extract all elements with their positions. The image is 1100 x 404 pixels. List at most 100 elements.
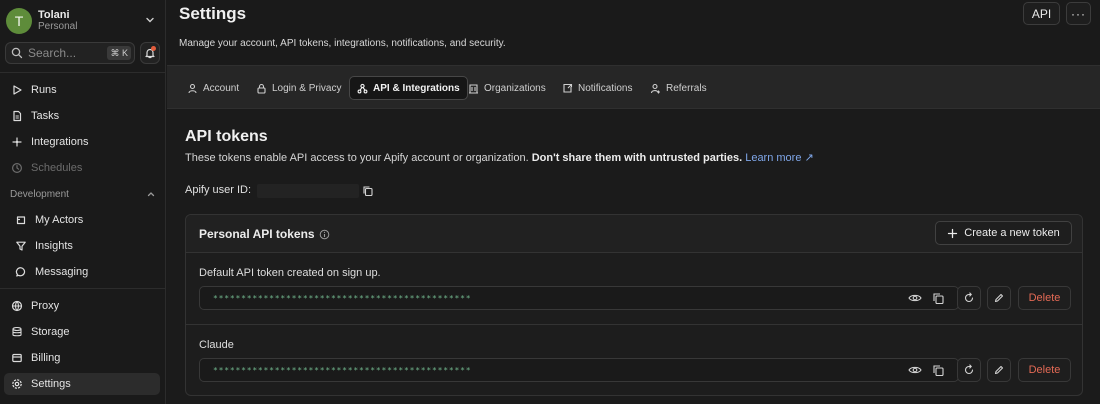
tab-label: Account	[203, 82, 240, 94]
eye-icon[interactable]	[908, 292, 922, 304]
token-field[interactable]: ****************************************…	[199, 358, 959, 382]
actor-icon	[15, 214, 27, 226]
description-text: These tokens enable API access to your A…	[185, 152, 532, 164]
settings-tabs: Account Login & Privacy API & Integratio…	[167, 65, 1100, 109]
sidebar-divider	[0, 72, 166, 73]
database-icon	[11, 326, 23, 338]
tab-account[interactable]: Account	[180, 76, 246, 100]
notifications-button[interactable]	[140, 42, 160, 64]
sidebar-divider	[0, 288, 166, 289]
search-box[interactable]: ⌘ K	[5, 42, 135, 64]
tab-login-privacy[interactable]: Login & Privacy	[249, 76, 348, 100]
token-field[interactable]: ****************************************…	[199, 286, 959, 310]
sidebar-item-my-actors[interactable]: My Actors	[4, 209, 160, 231]
section-description: These tokens enable API access to your A…	[185, 151, 814, 164]
account-switcher[interactable]: T Tolani Personal	[6, 6, 160, 36]
sidebar-item-proxy[interactable]: Proxy	[4, 295, 160, 317]
page-title: Settings	[179, 4, 247, 23]
sidebar-item-messaging[interactable]: Messaging	[4, 261, 160, 283]
billing-icon	[11, 352, 23, 364]
globe-icon	[11, 300, 23, 312]
play-icon	[11, 84, 23, 96]
tab-api-integrations[interactable]: API & Integrations	[349, 76, 468, 100]
edit-token-button[interactable]	[987, 358, 1011, 382]
eye-icon[interactable]	[908, 364, 922, 376]
lock-icon	[256, 83, 267, 94]
sidebar-item-settings[interactable]: Settings	[4, 373, 160, 395]
profile-type: Personal	[38, 21, 78, 32]
edit-token-button[interactable]	[987, 286, 1011, 310]
sidebar-item-label: Schedules	[31, 162, 83, 174]
tab-organizations[interactable]: Organizations	[461, 76, 553, 100]
api-icon	[357, 83, 368, 94]
learn-more-link[interactable]: Learn more ↗	[745, 152, 814, 164]
tab-label: Login & Privacy	[272, 82, 342, 94]
sidebar-item-label: Insights	[35, 240, 73, 252]
plus-icon	[947, 228, 958, 239]
sidebar-item-integrations[interactable]: Integrations	[4, 131, 160, 153]
sidebar-item-runs[interactable]: Runs	[4, 79, 160, 101]
token-row: Default API token created on sign up. **…	[186, 253, 1082, 324]
more-options-button[interactable]: ···	[1066, 2, 1091, 25]
funnel-icon	[15, 240, 27, 252]
chat-icon	[15, 266, 27, 278]
copy-icon[interactable]	[932, 292, 945, 305]
sidebar-item-label: Billing	[31, 352, 61, 364]
regenerate-token-button[interactable]	[957, 358, 981, 382]
sidebar-item-billing[interactable]: Billing	[4, 347, 160, 369]
sidebar-item-label: Tasks	[31, 110, 60, 122]
token-row: Claude *********************************…	[186, 324, 1082, 395]
sidebar: T Tolani Personal ⌘ K Runs Tasks Integra…	[0, 0, 166, 404]
personal-tokens-card: Personal API tokens Create a new token D…	[185, 214, 1083, 396]
pencil-icon	[993, 292, 1005, 304]
profile-name: Tolani	[38, 9, 70, 21]
search-icon	[11, 47, 23, 59]
sidebar-item-label: Messaging	[35, 266, 89, 278]
api-button[interactable]: API	[1023, 2, 1060, 25]
refresh-icon	[963, 292, 975, 304]
sidebar-item-label: Settings	[31, 378, 71, 390]
delete-token-button[interactable]: Delete	[1018, 286, 1071, 310]
info-icon[interactable]	[319, 229, 330, 240]
card-title: Personal API tokens	[199, 227, 330, 241]
main-panel: Settings Manage your account, API tokens…	[167, 0, 1100, 404]
tab-notifications[interactable]: Notifications	[555, 76, 639, 100]
create-token-label: Create a new token	[964, 227, 1060, 239]
avatar: T	[6, 8, 32, 34]
sidebar-item-label: Runs	[31, 84, 57, 96]
user-id-label: Apify user ID:	[185, 184, 252, 196]
section-title: API tokens	[185, 128, 268, 145]
section-development[interactable]: Development	[10, 187, 156, 201]
card-title-text: Personal API tokens	[199, 227, 315, 241]
notification-dot	[151, 46, 156, 51]
sidebar-item-schedules[interactable]: Schedules	[4, 157, 160, 179]
copy-icon[interactable]	[362, 185, 374, 197]
user-id-value	[257, 184, 359, 198]
regenerate-token-button[interactable]	[957, 286, 981, 310]
sidebar-item-label: Proxy	[31, 300, 60, 312]
search-input[interactable]	[28, 46, 98, 60]
token-value: ****************************************…	[213, 366, 472, 375]
sidebar-item-label: Storage	[31, 326, 70, 338]
copy-icon[interactable]	[932, 364, 945, 377]
tab-label: Organizations	[484, 82, 546, 94]
api-tokens-section: API tokens These tokens enable API acces…	[167, 110, 1100, 404]
sidebar-item-label: Integrations	[31, 136, 89, 148]
sidebar-item-label: My Actors	[35, 214, 84, 226]
token-description: Default API token created on sign up.	[199, 267, 381, 279]
tab-label: Referrals	[666, 82, 707, 94]
gear-icon	[11, 378, 23, 390]
person-icon	[187, 83, 198, 94]
sidebar-item-tasks[interactable]: Tasks	[4, 105, 160, 127]
tab-label: API & Integrations	[373, 82, 460, 94]
referral-icon	[650, 83, 661, 94]
token-value: ****************************************…	[213, 294, 472, 303]
delete-token-button[interactable]: Delete	[1018, 358, 1071, 382]
sidebar-item-storage[interactable]: Storage	[4, 321, 160, 343]
sidebar-item-insights[interactable]: Insights	[4, 235, 160, 257]
refresh-icon	[963, 364, 975, 376]
tab-label: Notifications	[578, 82, 633, 94]
chevron-down-icon	[144, 14, 156, 26]
tab-referrals[interactable]: Referrals	[643, 76, 714, 100]
create-token-button[interactable]: Create a new token	[935, 221, 1072, 245]
